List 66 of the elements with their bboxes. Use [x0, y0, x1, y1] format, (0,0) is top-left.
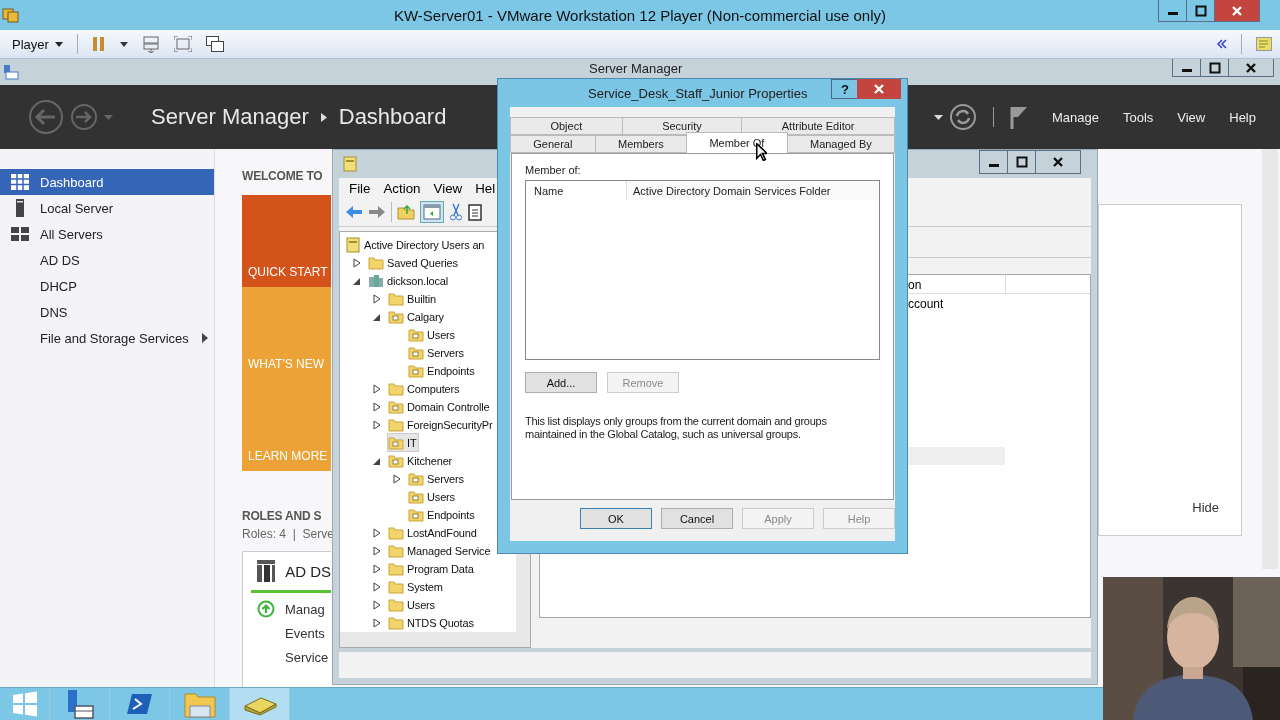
dialog-button[interactable]: Cancel — [661, 508, 733, 529]
menu-item[interactable]: File — [349, 181, 371, 197]
tile[interactable]: QUICK START — [242, 195, 331, 287]
tree-item[interactable]: Managed Service — [387, 541, 494, 561]
tree-item[interactable]: Users — [407, 325, 458, 345]
card-link[interactable]: Service — [285, 649, 329, 665]
tab[interactable]: General — [510, 135, 596, 153]
roles-summary: Roles: 4 | Serve — [242, 527, 335, 541]
sidebar-item[interactable]: All Servers — [0, 221, 214, 247]
menu-item[interactable]: Action — [383, 181, 421, 197]
tree-item[interactable]: Users — [387, 595, 438, 615]
tree-item[interactable]: NTDS Quotas — [387, 613, 477, 632]
tree-item[interactable]: Active Directory Users an — [344, 235, 488, 255]
menu-item[interactable]: Help — [1229, 109, 1256, 125]
tree-item[interactable]: IT — [387, 433, 420, 453]
tab[interactable]: Members — [594, 135, 688, 153]
dialog-button[interactable]: OK — [580, 508, 652, 529]
tree-item[interactable]: Computers — [387, 379, 463, 399]
card-link[interactable]: Manag — [285, 601, 325, 617]
help-text: This list displays only groups from the current domain and groups maintained in the Global Catalog, such as universal groups. — [525, 415, 828, 441]
field-label: Member of: — [525, 164, 582, 176]
sidebar-item[interactable]: AD DS — [0, 247, 214, 273]
tree-item[interactable]: Users — [407, 487, 458, 507]
table-cell: ccount — [908, 296, 944, 311]
tree-item[interactable]: Saved Queries — [367, 253, 461, 273]
window-title: KW-Server01 - VMware Workstation 12 Player (Non-commercial use only) — [393, 6, 887, 24]
tree-item[interactable]: Servers — [407, 343, 467, 363]
tree-item[interactable]: LostAndFound — [387, 523, 480, 543]
menu-item[interactable]: Hel — [475, 181, 496, 197]
page-title: Dashboard — [338, 104, 447, 130]
window-title: Server Manager — [589, 61, 683, 76]
player-menu[interactable]: Player — [12, 36, 63, 52]
tab[interactable]: Object — [510, 117, 623, 135]
menu-item[interactable]: View — [433, 181, 463, 197]
tree-item[interactable]: Servers — [407, 469, 467, 489]
hide-link[interactable]: Hide — [1192, 500, 1219, 515]
sidebar-item[interactable]: Local Server — [0, 195, 214, 221]
tree-item[interactable]: Domain Controlle — [387, 397, 493, 417]
sidebar-item[interactable]: Dashboard — [0, 169, 214, 195]
sidebar-item[interactable]: File and Storage Services — [0, 325, 214, 351]
tab[interactable]: Managed By — [786, 135, 895, 153]
tree-item[interactable]: Endpoints — [407, 505, 478, 525]
tree-item[interactable]: Kitchener — [387, 451, 456, 471]
tab[interactable]: Security — [621, 117, 743, 135]
tree-item[interactable]: Calgary — [387, 307, 447, 327]
tree-item[interactable]: dickson.local — [367, 271, 452, 291]
menu-item[interactable]: Manage — [1051, 109, 1099, 125]
tree-item[interactable]: Program Data — [387, 559, 477, 579]
column-header[interactable]: Active Directory Domain Services Folder — [627, 181, 879, 200]
action-button[interactable]: Add... — [525, 372, 597, 393]
section-heading: WELCOME TO — [242, 169, 324, 183]
sidebar-item[interactable]: DNS — [0, 299, 214, 325]
menu-item[interactable]: View — [1177, 109, 1206, 125]
sidebar-item[interactable]: DHCP — [0, 273, 214, 299]
section-heading: ROLES AND S — [242, 509, 323, 523]
tab[interactable]: Attribute Editor — [741, 117, 895, 135]
card-link[interactable]: Events — [285, 625, 325, 641]
dialog-title: Service_Desk_Staff_Junior Properties — [588, 85, 808, 101]
tree-item[interactable]: Builtin — [387, 289, 439, 309]
breadcrumb: Server Manager — [151, 104, 309, 130]
list-box[interactable]: Name Active Directory Domain Services Folder — [525, 180, 880, 360]
tree-item[interactable]: Endpoints — [407, 361, 478, 381]
menu-item[interactable]: Tools — [1122, 109, 1154, 125]
tree-item[interactable]: ForeignSecurityPr — [387, 415, 496, 435]
card-title: AD DS — [285, 562, 331, 580]
tree-item[interactable]: System — [387, 577, 446, 597]
